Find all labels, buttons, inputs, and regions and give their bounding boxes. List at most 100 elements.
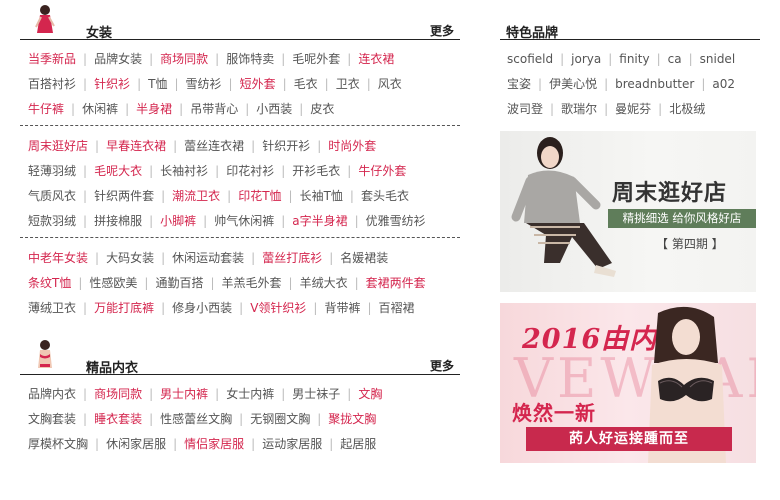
women-category-link[interactable]: 性感欧美: [89, 276, 137, 290]
underwear-category-link[interactable]: 无钢圈文胸: [250, 412, 310, 426]
underwear-category-link[interactable]: 文胸套装: [28, 412, 76, 426]
underwear-category-link[interactable]: 睡衣套装: [94, 412, 142, 426]
women-category-link[interactable]: 休闲运动套装: [172, 251, 244, 265]
brand-link[interactable]: finity: [619, 52, 649, 66]
women-category-link[interactable]: 拼接棉服: [94, 214, 142, 228]
brand-row: scofield | jorya | finity | ca | snidel: [500, 47, 760, 72]
women-category-link[interactable]: 气质风衣: [28, 189, 76, 203]
brand-link[interactable]: 波司登: [507, 102, 543, 116]
women-category-link[interactable]: 百搭衬衫: [28, 77, 76, 91]
brand-link[interactable]: jorya: [571, 52, 601, 66]
women-category-link[interactable]: 针织衫: [94, 77, 130, 91]
women-category-link[interactable]: 针织开衫: [262, 139, 310, 153]
underwear-group: 品牌内衣 | 商场同款 | 男士内裤 | 女士内裤 | 男士袜子 | 文胸 文胸套装 | 睡衣套装 | 性感蕾…: [20, 375, 460, 457]
women-category-link[interactable]: 长袖衬衫: [160, 164, 208, 178]
women-category-link[interactable]: 休闲裤: [82, 102, 118, 116]
women-category-link[interactable]: 潮流卫衣: [172, 189, 220, 203]
underwear-category-link[interactable]: 文胸: [358, 387, 382, 401]
women-category-link[interactable]: 皮衣: [310, 102, 334, 116]
underwear-category-link[interactable]: 厚模杯文胸: [28, 437, 88, 451]
women-category-link[interactable]: 长袖T恤: [300, 189, 343, 203]
link-separator: |: [173, 437, 178, 451]
women-category-link[interactable]: 大码女装: [106, 251, 154, 265]
underwear-category-link[interactable]: 性感蕾丝文胸: [160, 412, 232, 426]
women-category-link[interactable]: a字半身裙: [292, 214, 347, 228]
women-category-link[interactable]: 卫衣: [336, 77, 360, 91]
women-category-link[interactable]: 背带裤: [324, 301, 360, 315]
women-category-link[interactable]: 名媛裙装: [340, 251, 388, 265]
brand-link[interactable]: scofield: [507, 52, 553, 66]
women-category-link[interactable]: 印花T恤: [238, 189, 281, 203]
women-category-link[interactable]: 小西装: [256, 102, 292, 116]
brand-link[interactable]: snidel: [700, 52, 736, 66]
women-category-link[interactable]: 优雅雪纺衫: [366, 214, 426, 228]
women-category-link[interactable]: 羊绒大衣: [300, 276, 348, 290]
women-category-link[interactable]: 印花衬衫: [226, 164, 274, 178]
brand-link[interactable]: 歌瑞尔: [561, 102, 597, 116]
underwear-category-link[interactable]: 起居服: [340, 437, 376, 451]
brand-link[interactable]: ca: [668, 52, 682, 66]
women-category-link[interactable]: 开衫毛衣: [292, 164, 340, 178]
women-category-link[interactable]: 条纹T恤: [28, 276, 71, 290]
women-category-link[interactable]: 雪纺衫: [186, 77, 222, 91]
women-category-link[interactable]: 蕾丝打底衫: [262, 251, 322, 265]
women-category-link[interactable]: 帅气休闲裤: [214, 214, 274, 228]
brand-link[interactable]: 伊美心悦: [549, 77, 597, 91]
link-separator: |: [366, 77, 371, 91]
women-category-link[interactable]: 吊带背心: [190, 102, 238, 116]
women-category-link[interactable]: 牛仔外套: [358, 164, 406, 178]
women-category-link[interactable]: 套裙两件套: [366, 276, 426, 290]
women-category-link[interactable]: 连衣裙: [358, 52, 394, 66]
underwear-category-link[interactable]: 品牌内衣: [28, 387, 76, 401]
women-category-link[interactable]: 时尚外套: [328, 139, 376, 153]
women-category-link[interactable]: 毛呢外套: [292, 52, 340, 66]
underwear-category-link[interactable]: 男士内裤: [160, 387, 208, 401]
brand-link[interactable]: breadnbutter: [615, 77, 694, 91]
underwear-category-link[interactable]: 情侣家居服: [184, 437, 244, 451]
underwear-category-link[interactable]: 聚拢文胸: [328, 412, 376, 426]
women-category-link[interactable]: 周末逛好店: [28, 139, 88, 153]
women-category-link[interactable]: 小脚裤: [160, 214, 196, 228]
brand-link[interactable]: 曼妮芬: [615, 102, 651, 116]
women-category-link[interactable]: T恤: [148, 77, 167, 91]
women-more-link[interactable]: 更多: [430, 22, 454, 39]
brand-link[interactable]: 北极绒: [669, 102, 705, 116]
women-category-link[interactable]: 当季新品: [28, 52, 76, 66]
women-category-link[interactable]: 早春连衣裙: [106, 139, 166, 153]
women-category-link[interactable]: 轻薄羽绒: [28, 164, 76, 178]
women-category-link[interactable]: 毛衣: [294, 77, 318, 91]
underwear-category-link[interactable]: 运动家居服: [262, 437, 322, 451]
women-category-link[interactable]: 套头毛衣: [361, 189, 409, 203]
underwear-category-link[interactable]: 男士袜子: [292, 387, 340, 401]
women-category-link[interactable]: 毛呢大衣: [94, 164, 142, 178]
women-category-link[interactable]: 针织两件套: [94, 189, 154, 203]
women-category-link[interactable]: 中老年女装: [28, 251, 88, 265]
women-category-link[interactable]: 百褶裙: [379, 301, 415, 315]
lingerie-banner[interactable]: VEWEAR 2016由内而外 焕然一新 菂人好运接踵而至: [500, 303, 756, 463]
brand-link[interactable]: 宝姿: [507, 77, 531, 91]
women-group: 周末逛好店 | 早春连衣裙 | 蕾丝连衣裙 | 针织开衫 | 时尚外套 轻薄羽绒 | 毛呢大衣 | 长袖衬…: [20, 125, 460, 234]
women-category-link[interactable]: 短款羽绒: [28, 214, 76, 228]
underwear-more-link[interactable]: 更多: [430, 357, 454, 374]
women-category-link[interactable]: 短外套: [240, 77, 276, 91]
women-category-link[interactable]: 薄绒卫衣: [28, 301, 76, 315]
banner2-title: 焕然一新: [512, 401, 596, 425]
women-category-link[interactable]: 服饰特卖: [226, 52, 274, 66]
women-category-link[interactable]: 牛仔裤: [28, 102, 64, 116]
women-category-link[interactable]: 品牌女装: [94, 52, 142, 66]
brand-list: scofield | jorya | finity | ca | snidel 宝姿 | 伊美心悦 | b…: [500, 40, 760, 122]
underwear-category-link[interactable]: 休闲家居服: [106, 437, 166, 451]
women-category-link[interactable]: 商场同款: [160, 52, 208, 66]
underwear-category-link[interactable]: 商场同款: [94, 387, 142, 401]
women-category-link[interactable]: V领针织衫: [250, 301, 306, 315]
brand-link[interactable]: a02: [712, 77, 735, 91]
women-category-link[interactable]: 风衣: [378, 77, 402, 91]
underwear-category-link[interactable]: 女士内裤: [226, 387, 274, 401]
women-category-link[interactable]: 万能打底裤: [94, 301, 154, 315]
women-category-link[interactable]: 羊羔毛外套: [222, 276, 282, 290]
women-category-link[interactable]: 半身裙: [136, 102, 172, 116]
women-category-link[interactable]: 蕾丝连衣裙: [184, 139, 244, 153]
women-category-link[interactable]: 修身小西装: [172, 301, 232, 315]
women-category-link[interactable]: 通勤百搭: [155, 276, 203, 290]
weekend-shop-banner[interactable]: 周末逛好店 精挑细选 给你风格好店 【 第四期 】: [500, 131, 756, 292]
